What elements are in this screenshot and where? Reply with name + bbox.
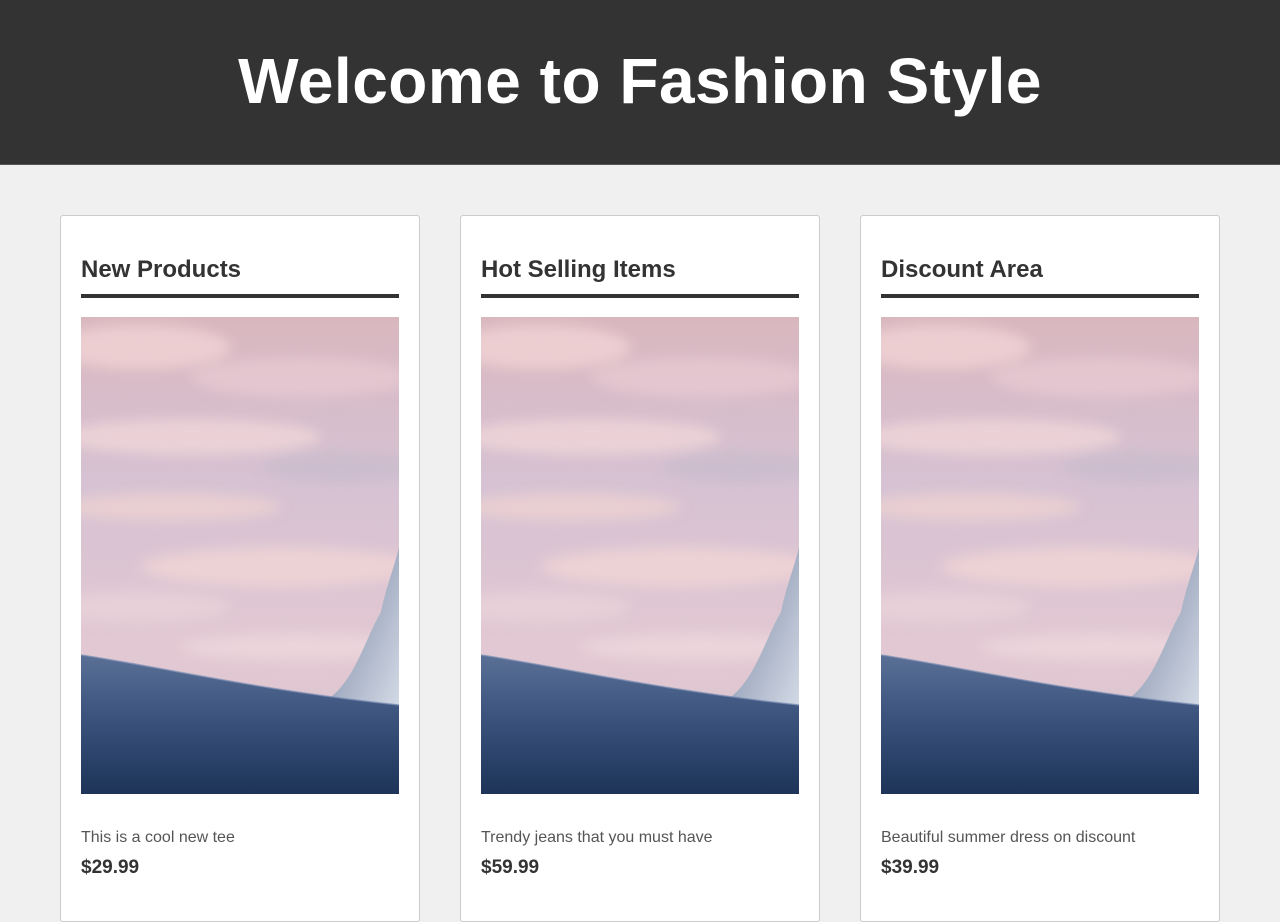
- card-hot-selling-items: Hot Selling Items Trendy jeans that you …: [460, 215, 820, 922]
- product-price: $29.99: [81, 857, 140, 878]
- page-title: Welcome to Fashion Style: [238, 45, 1042, 117]
- product-price: $39.99: [881, 857, 940, 878]
- product-price: $59.99: [481, 857, 540, 878]
- card-heading: New Products: [81, 255, 399, 298]
- product-image[interactable]: [881, 317, 1199, 794]
- card-heading: Discount Area: [881, 255, 1199, 298]
- card-discount-area: Discount Area Beautiful summer dress on …: [860, 215, 1220, 922]
- card-new-products: New Products This is a cool new tee $29.…: [60, 215, 420, 922]
- product-sections: New Products This is a cool new tee $29.…: [60, 215, 1220, 922]
- site-header: Welcome to Fashion Style: [0, 0, 1280, 165]
- product-description: This is a cool new tee: [81, 829, 235, 846]
- product-description: Beautiful summer dress on discount: [881, 829, 1136, 846]
- product-image[interactable]: [81, 317, 399, 794]
- card-heading: Hot Selling Items: [481, 255, 799, 298]
- product-image[interactable]: [481, 317, 799, 794]
- product-description: Trendy jeans that you must have: [481, 829, 713, 846]
